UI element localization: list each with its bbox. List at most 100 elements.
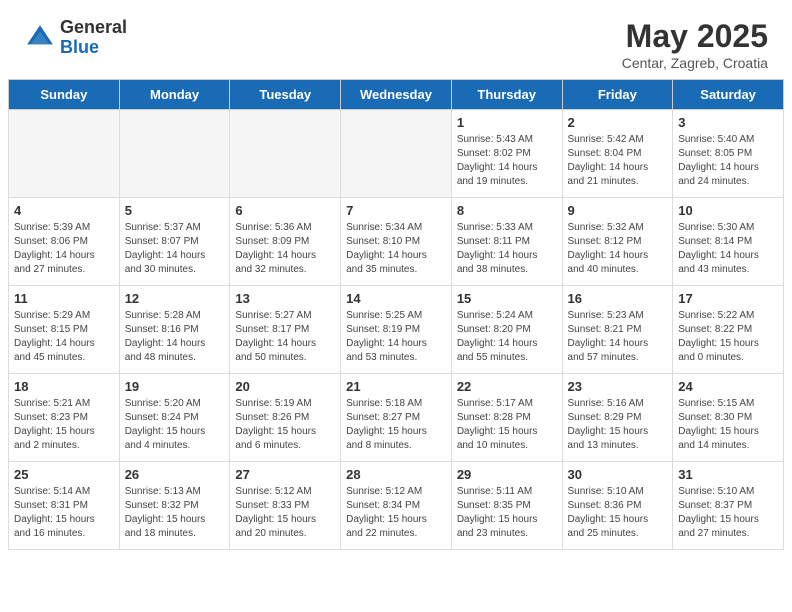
day-number: 31 — [678, 467, 778, 482]
day-number: 12 — [125, 291, 225, 306]
calendar-cell: 20 Sunrise: 5:19 AM Sunset: 8:26 PM Dayli… — [230, 374, 341, 462]
day-number: 10 — [678, 203, 778, 218]
day-info: Sunrise: 5:20 AM Sunset: 8:24 PM Dayligh… — [125, 397, 225, 453]
calendar-cell: 15Sunrise: 5:24 AM Sunset: 8:20 PM Dayli… — [451, 286, 562, 374]
calendar-cell: 8 Sunrise: 5:33 AM Sunset: 8:11 PM Daylig… — [451, 198, 562, 286]
day-info: Sunrise: 5:28 AM Sunset: 8:16 PM Dayligh… — [125, 309, 225, 365]
day-info: Sunrise: 5:32 AM Sunset: 8:12 PM Dayligh… — [568, 221, 668, 277]
day-info: Sunrise: 5:10 AM Sunset: 8:36 PM Dayligh… — [568, 485, 668, 541]
day-number: 2 — [568, 115, 668, 130]
day-info: Sunrise: 5:21 AM Sunset: 8:23 PM Dayligh… — [14, 397, 114, 453]
day-number: 19 — [125, 379, 225, 394]
day-number: 28 — [346, 467, 446, 482]
calendar: SundayMondayTuesdayWednesdayThursdayFrid… — [8, 79, 784, 550]
day-info: Sunrise: 5:10 AM Sunset: 8:37 PM Dayligh… — [678, 485, 778, 541]
calendar-cell: 2 Sunrise: 5:42 AM Sunset: 8:04 PM Daylig… — [562, 110, 673, 198]
day-number: 27 — [235, 467, 335, 482]
calendar-cell: 28Sunrise: 5:12 AM Sunset: 8:34 PM Dayli… — [341, 462, 452, 550]
day-number: 16 — [568, 291, 668, 306]
calendar-cell: 22Sunrise: 5:17 AM Sunset: 8:28 PM Dayli… — [451, 374, 562, 462]
day-number: 8 — [457, 203, 557, 218]
calendar-cell: 16 Sunrise: 5:23 AM Sunset: 8:21 PM Dayli… — [562, 286, 673, 374]
day-info: Sunrise: 5:25 AM Sunset: 8:19 PM Dayligh… — [346, 309, 446, 365]
col-header-thursday: Thursday — [451, 80, 562, 110]
day-info: Sunrise: 5:40 AM Sunset: 8:05 PM Dayligh… — [678, 133, 778, 189]
day-info: Sunrise: 5:17 AM Sunset: 8:28 PM Dayligh… — [457, 397, 557, 453]
day-info: Sunrise: 5:27 AM Sunset: 8:17 PM Dayligh… — [235, 309, 335, 365]
day-number: 29 — [457, 467, 557, 482]
day-number: 21 — [346, 379, 446, 394]
col-header-monday: Monday — [119, 80, 230, 110]
calendar-cell: 14 Sunrise: 5:25 AM Sunset: 8:19 PM Dayli… — [341, 286, 452, 374]
calendar-cell: 1 Sunrise: 5:43 AM Sunset: 8:02 PM Daylig… — [451, 110, 562, 198]
calendar-cell: 25 Sunrise: 5:14 AM Sunset: 8:31 PM Dayli… — [9, 462, 120, 550]
calendar-cell: 30 Sunrise: 5:10 AM Sunset: 8:36 PM Dayli… — [562, 462, 673, 550]
calendar-cell — [230, 110, 341, 198]
calendar-cell: 19 Sunrise: 5:20 AM Sunset: 8:24 PM Dayli… — [119, 374, 230, 462]
calendar-cell: 5 Sunrise: 5:37 AM Sunset: 8:07 PM Daylig… — [119, 198, 230, 286]
calendar-cell: 11 Sunrise: 5:29 AM Sunset: 8:15 PM Dayli… — [9, 286, 120, 374]
day-info: Sunrise: 5:36 AM Sunset: 8:09 PM Dayligh… — [235, 221, 335, 277]
day-number: 7 — [346, 203, 446, 218]
calendar-cell: 7 Sunrise: 5:34 AM Sunset: 8:10 PM Daylig… — [341, 198, 452, 286]
day-number: 23 — [568, 379, 668, 394]
calendar-cell: 9 Sunrise: 5:32 AM Sunset: 8:12 PM Daylig… — [562, 198, 673, 286]
calendar-cell: 17 Sunrise: 5:22 AM Sunset: 8:22 PM Dayli… — [673, 286, 784, 374]
logo-blue: Blue — [60, 38, 127, 58]
title-block: May 2025 Centar, Zagreb, Croatia — [622, 18, 768, 71]
day-info: Sunrise: 5:11 AM Sunset: 8:35 PM Dayligh… — [457, 485, 557, 541]
col-header-tuesday: Tuesday — [230, 80, 341, 110]
day-info: Sunrise: 5:14 AM Sunset: 8:31 PM Dayligh… — [14, 485, 114, 541]
logo: General Blue — [24, 18, 127, 58]
calendar-cell: 3 Sunrise: 5:40 AM Sunset: 8:05 PM Daylig… — [673, 110, 784, 198]
calendar-cell: 6 Sunrise: 5:36 AM Sunset: 8:09 PM Daylig… — [230, 198, 341, 286]
day-number: 20 — [235, 379, 335, 394]
logo-icon — [24, 22, 56, 54]
day-number: 24 — [678, 379, 778, 394]
calendar-cell: 26Sunrise: 5:13 AM Sunset: 8:32 PM Dayli… — [119, 462, 230, 550]
day-number: 30 — [568, 467, 668, 482]
header: General Blue May 2025 Centar, Zagreb, Cr… — [0, 0, 792, 79]
calendar-cell: 24Sunrise: 5:15 AM Sunset: 8:30 PM Dayli… — [673, 374, 784, 462]
day-number: 3 — [678, 115, 778, 130]
logo-general: General — [60, 18, 127, 38]
calendar-cell: 21 Sunrise: 5:18 AM Sunset: 8:27 PM Dayli… — [341, 374, 452, 462]
calendar-cell: 27 Sunrise: 5:12 AM Sunset: 8:33 PM Dayli… — [230, 462, 341, 550]
day-info: Sunrise: 5:33 AM Sunset: 8:11 PM Dayligh… — [457, 221, 557, 277]
calendar-cell: 23 Sunrise: 5:16 AM Sunset: 8:29 PM Dayli… — [562, 374, 673, 462]
day-info: Sunrise: 5:42 AM Sunset: 8:04 PM Dayligh… — [568, 133, 668, 189]
day-number: 25 — [14, 467, 114, 482]
col-header-sunday: Sunday — [9, 80, 120, 110]
day-info: Sunrise: 5:22 AM Sunset: 8:22 PM Dayligh… — [678, 309, 778, 365]
calendar-cell — [341, 110, 452, 198]
day-info: Sunrise: 5:13 AM Sunset: 8:32 PM Dayligh… — [125, 485, 225, 541]
day-info: Sunrise: 5:29 AM Sunset: 8:15 PM Dayligh… — [14, 309, 114, 365]
day-number: 1 — [457, 115, 557, 130]
day-info: Sunrise: 5:18 AM Sunset: 8:27 PM Dayligh… — [346, 397, 446, 453]
day-number: 5 — [125, 203, 225, 218]
day-number: 14 — [346, 291, 446, 306]
calendar-cell: 29 Sunrise: 5:11 AM Sunset: 8:35 PM Dayli… — [451, 462, 562, 550]
day-info: Sunrise: 5:24 AM Sunset: 8:20 PM Dayligh… — [457, 309, 557, 365]
day-info: Sunrise: 5:39 AM Sunset: 8:06 PM Dayligh… — [14, 221, 114, 277]
day-number: 18 — [14, 379, 114, 394]
day-info: Sunrise: 5:23 AM Sunset: 8:21 PM Dayligh… — [568, 309, 668, 365]
calendar-cell — [9, 110, 120, 198]
calendar-cell: 13Sunrise: 5:27 AM Sunset: 8:17 PM Dayli… — [230, 286, 341, 374]
day-number: 6 — [235, 203, 335, 218]
day-number: 11 — [14, 291, 114, 306]
day-info: Sunrise: 5:34 AM Sunset: 8:10 PM Dayligh… — [346, 221, 446, 277]
day-info: Sunrise: 5:37 AM Sunset: 8:07 PM Dayligh… — [125, 221, 225, 277]
month-title: May 2025 — [622, 18, 768, 55]
calendar-cell — [119, 110, 230, 198]
calendar-cell: 18 Sunrise: 5:21 AM Sunset: 8:23 PM Dayli… — [9, 374, 120, 462]
day-info: Sunrise: 5:16 AM Sunset: 8:29 PM Dayligh… — [568, 397, 668, 453]
day-info: Sunrise: 5:43 AM Sunset: 8:02 PM Dayligh… — [457, 133, 557, 189]
day-number: 17 — [678, 291, 778, 306]
day-info: Sunrise: 5:12 AM Sunset: 8:33 PM Dayligh… — [235, 485, 335, 541]
day-number: 9 — [568, 203, 668, 218]
day-info: Sunrise: 5:30 AM Sunset: 8:14 PM Dayligh… — [678, 221, 778, 277]
location: Centar, Zagreb, Croatia — [622, 55, 768, 71]
day-info: Sunrise: 5:19 AM Sunset: 8:26 PM Dayligh… — [235, 397, 335, 453]
col-header-saturday: Saturday — [673, 80, 784, 110]
